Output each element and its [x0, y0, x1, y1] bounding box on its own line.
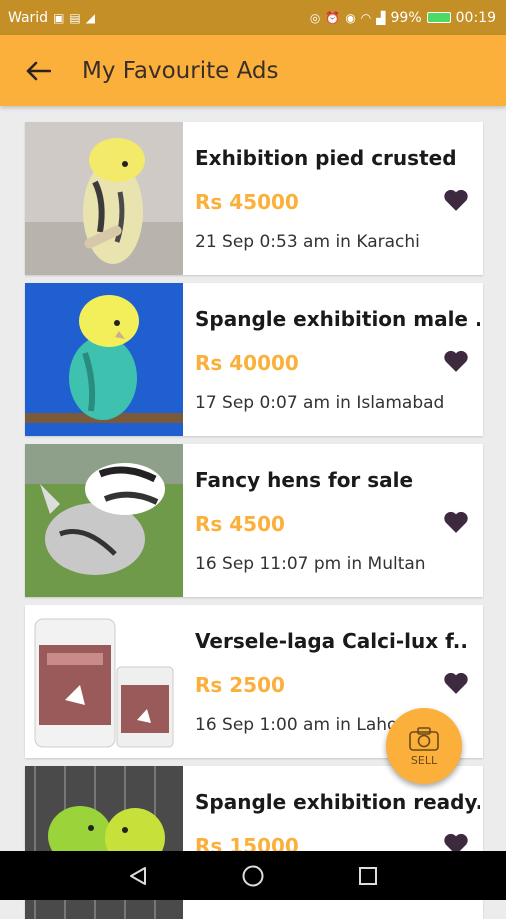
carrier-label: Warid — [8, 9, 49, 26]
battery-icon — [426, 12, 451, 23]
notification-icon: ▤ — [69, 10, 81, 25]
status-bar: Warid ▣ ▤ ◢ ◎ ⏰ ◉ ◠ ▟ 99% 00:19 — [0, 0, 506, 35]
nav-home-icon — [242, 865, 264, 886]
heart-icon[interactable] — [443, 510, 469, 534]
alarm-icon: ⏰ — [325, 10, 341, 25]
ad-card[interactable]: Spangle exhibition male .. Rs 40000 17 S… — [25, 283, 483, 436]
ad-thumbnail — [25, 283, 183, 436]
signal-icon: ▟ — [376, 10, 386, 25]
ad-price: Rs 4500 — [195, 512, 285, 536]
ad-title: Spangle exhibition male .. — [195, 307, 480, 331]
nav-back-icon — [129, 866, 146, 885]
wifi-icon: ◠ — [360, 10, 372, 25]
ad-date-location: 16 Sep 1:00 am in Lahore — [195, 715, 415, 735]
system-nav-bar — [0, 851, 506, 900]
ad-card[interactable]: Fancy hens for sale Rs 4500 16 Sep 11:07… — [25, 444, 483, 597]
ad-price: Rs 40000 — [195, 351, 299, 375]
ad-date-location: 16 Sep 11:07 pm in Multan — [195, 554, 426, 574]
battery-percent: 99% — [390, 9, 422, 26]
ad-price: Rs 45000 — [195, 190, 299, 214]
heart-icon[interactable] — [443, 349, 469, 373]
ad-date-location: 17 Sep 0:07 am in Islamabad — [195, 393, 445, 413]
ad-thumbnail — [25, 444, 183, 597]
ad-thumbnail — [25, 122, 183, 275]
back-button[interactable] — [16, 49, 60, 93]
eye-icon: ◉ — [345, 10, 356, 25]
ad-date-location: 21 Sep 0:53 am in Karachi — [195, 232, 420, 252]
clock: 00:19 — [455, 9, 496, 26]
heart-icon[interactable] — [443, 671, 469, 695]
ad-price: Rs 2500 — [195, 673, 285, 697]
notification-icon: ◢ — [85, 10, 95, 25]
ad-card[interactable]: Exhibition pied crusted Rs 45000 21 Sep … — [25, 122, 483, 275]
sell-label: SELL — [410, 753, 438, 767]
ad-title: Exhibition pied crusted — [195, 146, 457, 170]
notification-icon: ▣ — [53, 10, 65, 25]
ad-title: Fancy hens for sale — [195, 468, 414, 492]
nav-recents-button[interactable] — [348, 856, 388, 896]
heart-icon[interactable] — [443, 188, 469, 212]
page-title: My Favourite Ads — [82, 57, 279, 84]
ad-title: Versele-laga Calci-lux f.. — [195, 629, 468, 653]
nav-home-button[interactable] — [233, 856, 273, 896]
app-bar: My Favourite Ads — [0, 35, 506, 106]
camera-icon — [409, 726, 439, 751]
arrow-left-icon — [26, 61, 51, 80]
nav-back-button[interactable] — [118, 856, 158, 896]
sell-button[interactable]: SELL — [386, 708, 462, 784]
nfc-icon: ◎ — [309, 10, 321, 25]
ad-thumbnail — [25, 605, 183, 758]
nav-recents-icon — [359, 866, 378, 885]
ad-title: Spangle exhibition ready.. — [195, 790, 480, 814]
